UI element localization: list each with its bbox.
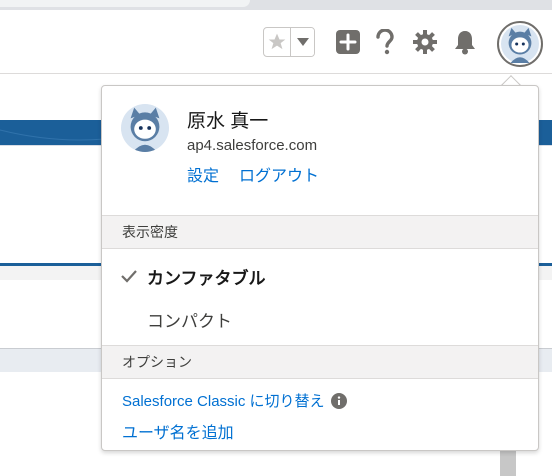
gear-icon[interactable]: [410, 27, 440, 57]
astro-avatar-icon: [501, 25, 539, 63]
profile-avatar: [121, 104, 169, 152]
org-domain: ap4.salesforce.com: [187, 137, 318, 154]
browser-tab: [0, 0, 250, 7]
browser-tab-strip: [0, 0, 552, 10]
user-profile-menu: 原水 真一 ap4.salesforce.com 設定 ログアウト 表示密度 カ…: [101, 85, 539, 451]
check-icon: [121, 270, 137, 283]
switch-to-classic-link[interactable]: Salesforce Classic に切り替え: [122, 390, 347, 411]
logout-link[interactable]: ログアウト: [239, 162, 319, 186]
user-name: 原水 真一: [187, 111, 269, 132]
star-icon[interactable]: [264, 28, 290, 56]
help-icon[interactable]: [370, 27, 400, 57]
info-icon[interactable]: [330, 392, 347, 409]
density-option-comfy[interactable]: カンファタブル: [147, 264, 266, 289]
plus-icon[interactable]: [333, 27, 363, 57]
settings-link[interactable]: 設定: [187, 162, 219, 186]
global-header: [0, 10, 552, 74]
options-heading: オプション: [102, 345, 538, 379]
bell-icon[interactable]: [450, 27, 480, 57]
caret-down-icon[interactable]: [290, 28, 314, 56]
switch-to-classic-label: Salesforce Classic に切り替え: [122, 393, 325, 410]
favorites-button-group: [263, 27, 315, 57]
density-heading: 表示密度: [102, 215, 538, 249]
add-username-link[interactable]: ユーザ名を追加: [122, 419, 234, 443]
astro-avatar-icon: [121, 104, 169, 152]
user-avatar[interactable]: [497, 21, 543, 67]
density-option-compact[interactable]: コンパクト: [147, 307, 232, 332]
